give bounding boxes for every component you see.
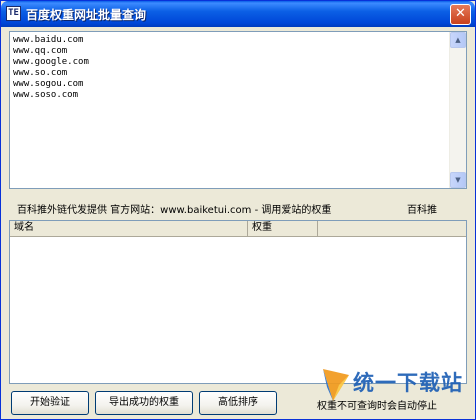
url-input-area[interactable]: www.baidu.com www.qq.com www.google.com … xyxy=(9,31,467,189)
close-button[interactable]: ✕ xyxy=(450,4,471,25)
results-header: 域名 权重 xyxy=(10,221,466,237)
export-weights-button[interactable]: 导出成功的权重 xyxy=(95,391,193,415)
title-bar[interactable]: TE 百度权重网址批量查询 ✕ xyxy=(1,1,475,27)
url-input-text[interactable]: www.baidu.com www.qq.com www.google.com … xyxy=(13,35,448,185)
info-line: 百科推外链代发提供 官方网站：www.baiketui.com - 调用爱站的权… xyxy=(17,201,467,216)
chevron-up-icon: ▲ xyxy=(455,36,461,44)
watermark-logo-icon xyxy=(323,369,349,401)
app-icon: TE xyxy=(6,6,21,21)
column-header-domain[interactable]: 域名 xyxy=(10,221,248,236)
results-list[interactable]: 域名 权重 xyxy=(9,220,467,384)
url-vertical-scrollbar[interactable]: ▲ ▼ xyxy=(449,32,466,188)
sort-button[interactable]: 高低排序 xyxy=(199,391,277,415)
info-brand-text: 百科推 xyxy=(407,205,437,216)
scroll-down-button[interactable]: ▼ xyxy=(450,172,466,188)
column-header-weight[interactable]: 权重 xyxy=(248,221,318,236)
close-icon: ✕ xyxy=(455,6,466,21)
app-window: TE 百度权重网址批量查询 ✕ www.baidu.com www.qq.com… xyxy=(0,0,476,420)
watermark-text: 统一下载站 xyxy=(353,371,463,395)
site-watermark: 统一下载站 xyxy=(319,365,469,411)
scroll-up-button[interactable]: ▲ xyxy=(450,32,466,48)
info-text: 百科推外链代发提供 官方网站：www.baiketui.com - 调用爱站的权… xyxy=(17,205,332,216)
chevron-down-icon: ▼ xyxy=(455,176,461,184)
window-title: 百度权重网址批量查询 xyxy=(26,8,147,22)
start-verify-button[interactable]: 开始验证 xyxy=(11,391,89,415)
